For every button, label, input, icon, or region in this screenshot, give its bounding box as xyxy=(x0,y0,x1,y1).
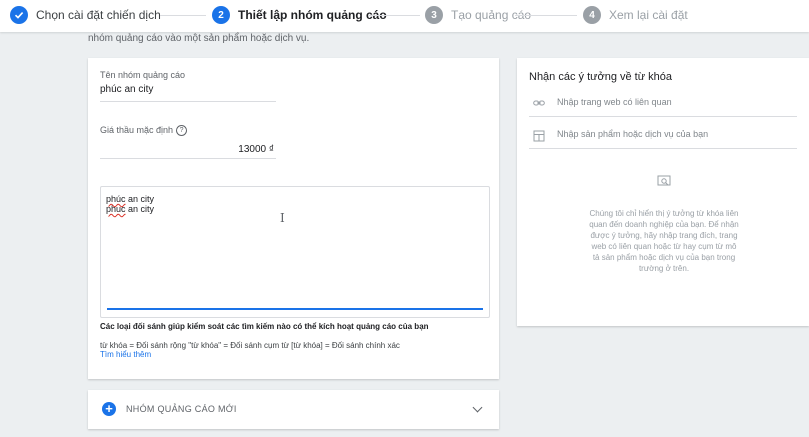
step-4-label: Xem lại cài đặt xyxy=(609,8,688,22)
step-1[interactable]: Chọn cài đặt chiến dịch xyxy=(10,6,161,24)
default-bid-label: Giá thầu mặc định? xyxy=(100,125,188,137)
step-3-number: 3 xyxy=(425,6,443,24)
new-ad-group-label: NHÓM QUẢNG CÁO MỚI xyxy=(126,404,237,414)
check-icon xyxy=(10,6,28,24)
chevron-down-icon[interactable] xyxy=(472,402,483,413)
help-icon[interactable]: ? xyxy=(176,125,188,137)
related-website-placeholder: Nhập trang web có liên quan xyxy=(557,97,672,107)
step-1-label: Chọn cài đặt chiến dịch xyxy=(36,8,161,22)
intro-text: nhóm quảng cáo vào một sản phẩm hoặc dịc… xyxy=(88,33,310,44)
keyword-line: phúc an city xyxy=(106,194,155,204)
step-divider xyxy=(515,15,577,16)
ad-group-name-underline xyxy=(100,101,276,102)
product-service-placeholder: Nhập sản phẩm hoặc dịch vụ của bạn xyxy=(557,129,709,139)
step-4-number: 4 xyxy=(583,6,601,24)
keyword-line: phuc an city xyxy=(106,204,155,214)
keyword-ideas-empty-text: Chúng tôi chỉ hiển thị ý tưởng từ khóa l… xyxy=(589,209,739,273)
keyword-ideas-title: Nhận các ý tưởng về từ khóa xyxy=(529,71,673,83)
new-ad-group-button[interactable]: + NHÓM QUẢNG CÁO MỚI xyxy=(88,390,499,429)
ad-group-name-input[interactable]: phúc an city xyxy=(100,84,153,95)
default-bid-input[interactable]: 13000 ₫ xyxy=(188,144,274,155)
step-2-number: 2 xyxy=(212,6,230,24)
store-icon xyxy=(533,130,545,142)
stepper: Chọn cài đặt chiến dịch 2 Thiết lập nhóm… xyxy=(0,0,809,32)
step-divider xyxy=(368,15,420,16)
default-bid-label-text: Giá thầu mặc định xyxy=(100,125,174,135)
keywords-textarea[interactable]: phúc an city phuc an city I xyxy=(100,186,490,318)
text-cursor-icon: I xyxy=(280,211,285,225)
step-2[interactable]: 2 Thiết lập nhóm quảng cáo xyxy=(212,6,387,24)
match-types-heading: Các loại đối sánh giúp kiểm soát các tìm… xyxy=(100,322,429,331)
ad-group-card: Tên nhóm quảng cáo phúc an city Giá thầu… xyxy=(88,58,499,379)
plus-icon: + xyxy=(102,402,116,416)
step-divider xyxy=(160,15,206,16)
step-2-label: Thiết lập nhóm quảng cáo xyxy=(238,8,387,22)
match-types-text: từ khóa = Đối sánh rộng "từ khóa" = Đối … xyxy=(100,341,400,350)
search-ideas-icon xyxy=(657,175,671,186)
default-bid-underline xyxy=(100,158,276,159)
step-4[interactable]: 4 Xem lại cài đặt xyxy=(583,6,688,24)
related-website-input[interactable]: Nhập trang web có liên quan xyxy=(529,94,797,117)
link-icon xyxy=(533,100,545,106)
textarea-focus-line xyxy=(107,308,483,310)
product-service-input[interactable]: Nhập sản phẩm hoặc dịch vụ của bạn xyxy=(529,126,797,149)
keyword-ideas-card: Nhận các ý tưởng về từ khóa Nhập trang w… xyxy=(517,58,809,326)
ad-group-name-label: Tên nhóm quảng cáo xyxy=(100,70,186,80)
learn-more-link[interactable]: Tìm hiểu thêm xyxy=(100,350,151,359)
